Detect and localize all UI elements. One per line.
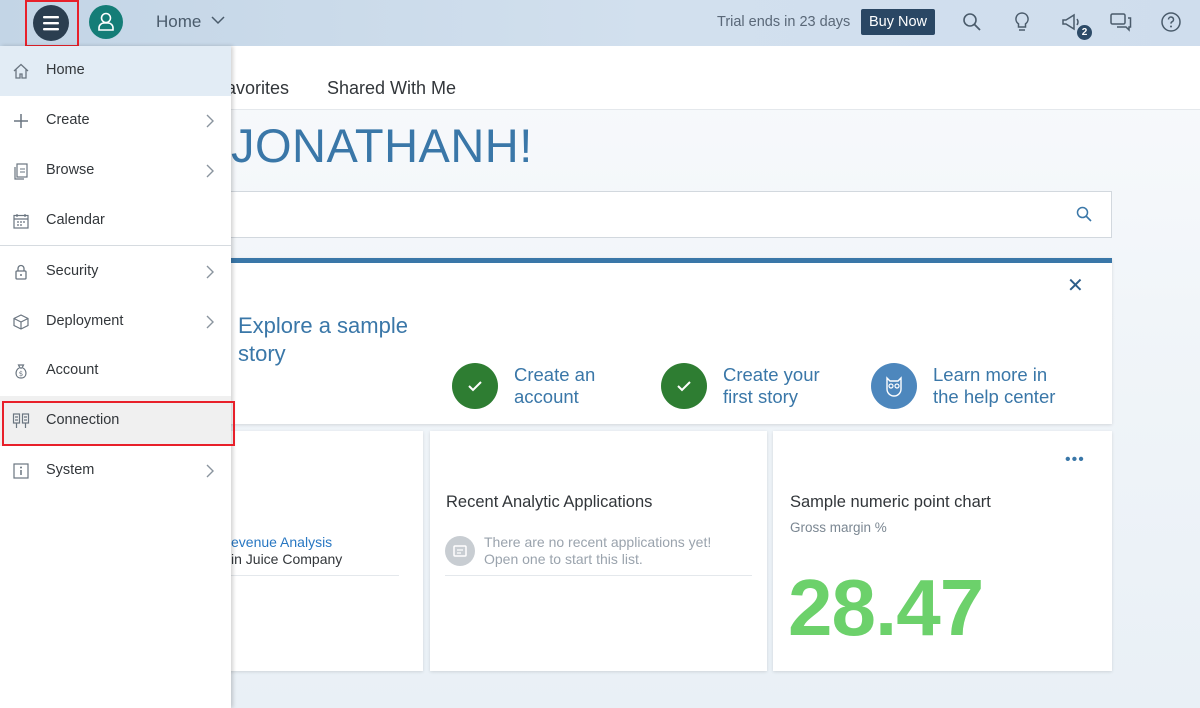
user-icon — [98, 12, 114, 31]
step-line: the help center — [933, 386, 1056, 407]
trial-text: Trial ends in 23 days — [717, 14, 851, 30]
chevron-right-icon — [206, 464, 214, 478]
nav-home-label[interactable]: Home — [156, 12, 201, 32]
menu-item-home[interactable]: Home — [0, 46, 231, 96]
no-recent-apps-message: There are no recent applications yet! Op… — [484, 534, 711, 568]
user-avatar[interactable] — [89, 5, 123, 39]
menu-item-label: Home — [46, 62, 85, 78]
side-navigation: Home Create Browse Calendar Security Dep… — [0, 46, 235, 708]
connection-highlight — [2, 401, 235, 446]
menu-item-label: Account — [46, 362, 99, 378]
create-first-story-step[interactable]: Create your first story — [723, 364, 820, 408]
menu-item-label: Create — [46, 112, 90, 128]
kpi-value: 28.47 — [788, 563, 984, 652]
recent-story-owner: in Juice Company — [231, 551, 343, 567]
chevron-right-icon — [206, 265, 214, 279]
money-bag-icon: $ — [15, 364, 27, 379]
explore-sample-story-link[interactable]: Explore a sample story — [238, 312, 408, 368]
search-icon[interactable] — [960, 10, 984, 34]
sample-chart-title: Sample numeric point chart — [790, 493, 991, 511]
plus-icon — [14, 114, 28, 128]
card-divider — [231, 575, 399, 576]
notification-badge: 2 — [1077, 25, 1092, 40]
recent-apps-title: Recent Analytic Applications — [446, 493, 653, 511]
menu-button-highlight — [25, 0, 79, 47]
menu-item-label: Deployment — [46, 313, 124, 329]
app-placeholder-icon — [445, 536, 475, 566]
card-divider — [445, 575, 752, 576]
chevron-right-icon — [206, 114, 214, 128]
menu-item-deployment[interactable]: Deployment — [0, 297, 231, 347]
chart-subtitle: Gross margin % — [790, 520, 887, 535]
menu-item-browse[interactable]: Browse — [0, 146, 231, 196]
lightbulb-icon[interactable] — [1010, 10, 1034, 34]
shell-bar: Home Trial ends in 23 days Buy Now 2 — [0, 0, 1200, 47]
create-account-step[interactable]: Create an account — [514, 364, 595, 408]
step-line: account — [514, 386, 579, 407]
tab-shared-with-me[interactable]: Shared With Me — [327, 78, 456, 99]
tab-favorites[interactable]: avorites — [226, 78, 289, 99]
help-icon[interactable] — [1159, 10, 1183, 34]
check-icon — [452, 363, 498, 409]
more-options-icon[interactable]: ••• — [1065, 451, 1085, 469]
menu-item-label: System — [46, 462, 95, 478]
browse-files-icon — [14, 163, 28, 180]
empty-line: Open one to start this list. — [484, 551, 643, 567]
empty-line: There are no recent applications yet! — [484, 534, 712, 550]
menu-item-create[interactable]: Create — [0, 96, 231, 146]
chevron-down-icon[interactable] — [210, 12, 226, 28]
menu-item-security[interactable]: Security — [0, 247, 231, 297]
lock-icon — [15, 264, 27, 280]
explore-line-1: Explore a sample — [238, 313, 408, 338]
menu-item-label: Calendar — [46, 212, 105, 228]
info-icon — [13, 463, 29, 479]
owl-help-icon — [871, 363, 917, 409]
check-icon — [661, 363, 707, 409]
menu-item-calendar[interactable]: Calendar — [0, 196, 231, 246]
package-icon — [13, 314, 29, 330]
chevron-right-icon — [206, 164, 214, 178]
search-input[interactable] — [215, 191, 1112, 238]
step-line: Create your — [723, 364, 820, 385]
recent-story-link[interactable]: evenue Analysis — [231, 534, 332, 550]
step-line: first story — [723, 386, 799, 407]
step-line: Create an — [514, 364, 596, 385]
step-line: Learn more in — [933, 364, 1048, 385]
menu-item-label: Browse — [46, 162, 95, 178]
menu-item-account[interactable]: $ Account — [0, 346, 231, 396]
help-center-step[interactable]: Learn more in the help center — [933, 364, 1055, 408]
search-icon[interactable] — [1075, 205, 1093, 223]
explore-line-2: story — [238, 341, 286, 366]
svg-text:$: $ — [19, 370, 23, 378]
home-icon — [13, 63, 29, 79]
close-icon[interactable]: ✕ — [1067, 276, 1084, 296]
buy-now-button[interactable]: Buy Now — [861, 9, 935, 35]
calendar-icon — [13, 214, 29, 229]
menu-item-label: Security — [46, 263, 99, 279]
chevron-right-icon — [206, 315, 214, 329]
feedback-icon[interactable] — [1109, 10, 1133, 34]
menu-item-system[interactable]: System — [0, 446, 231, 496]
menu-divider — [0, 245, 231, 246]
welcome-greeting: JONATHANH! — [231, 119, 533, 172]
